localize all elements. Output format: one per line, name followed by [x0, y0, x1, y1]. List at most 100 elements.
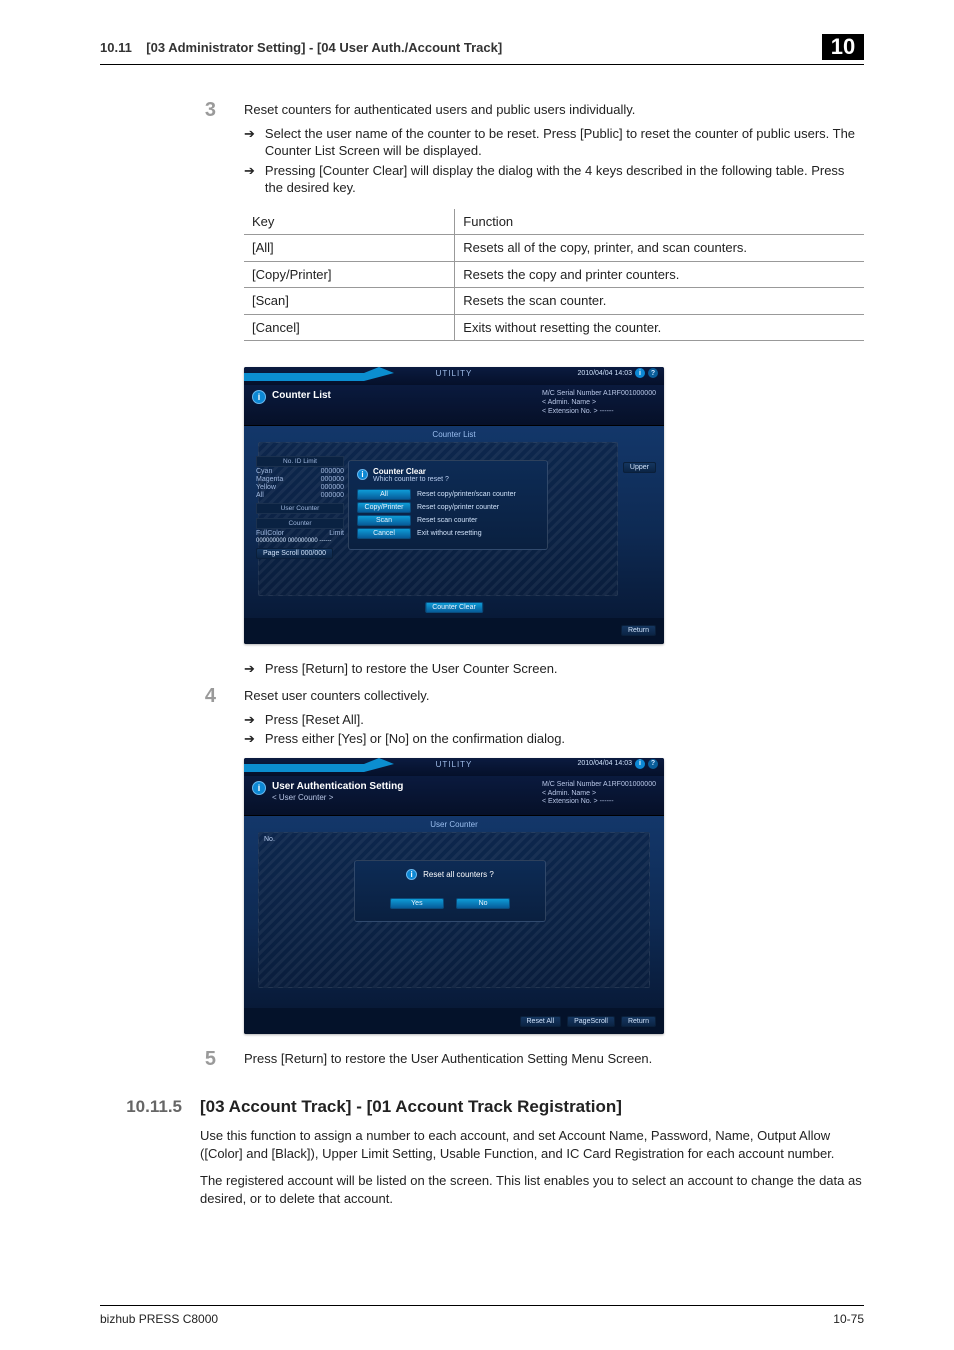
scan-button[interactable]: Scan [357, 515, 411, 526]
return-button[interactable]: Return [621, 625, 656, 636]
table-row: [All]Resets all of the copy, printer, an… [244, 235, 864, 262]
color-name: All [256, 492, 264, 499]
limit-label: Limit [329, 530, 344, 537]
step-number: 3 [200, 99, 216, 359]
color-name: Magenta [256, 476, 283, 483]
info-icon: i [252, 390, 266, 404]
machine-id-block: M/C Serial Number A1RF001000000 < Admin.… [542, 390, 656, 416]
paragraph: Use this function to assign a number to … [200, 1127, 864, 1162]
screen-subtitle: < User Counter > [272, 793, 403, 802]
user-counter-cap: User Counter [256, 503, 344, 514]
info-status-icon[interactable]: i [635, 759, 645, 769]
step-bullet: Pressing [Counter Clear] will display th… [265, 162, 864, 197]
step-bullet: Press [Reset All]. [265, 711, 864, 729]
key-function-table: Key Function [All]Resets all of the copy… [244, 209, 864, 342]
arrow-icon: ➔ [244, 162, 255, 197]
table-header-key: Key [244, 209, 455, 235]
serial-value: A1RF001000000 [602, 781, 657, 788]
progress-ribbon-icon [244, 758, 394, 776]
table-cell: [Cancel] [244, 314, 455, 341]
table-cell: [Scan] [244, 288, 455, 315]
fullcolor-label: FullColor [256, 530, 284, 537]
color-count: 000000 [321, 468, 344, 475]
serial-value: A1RF001000000 [602, 390, 657, 397]
ext-no: < Extension No. > ------ [542, 798, 656, 807]
step-text: Reset user counters collectively. [244, 687, 864, 705]
paragraph: The registered account will be listed on… [200, 1172, 864, 1207]
running-head-title: 10.11 [03 Administrator Setting] - [04 U… [100, 40, 502, 55]
counter-summary-block: No. ID Limit Cyan 000000 Magenta 000000 Ye… [256, 452, 344, 559]
screen-datetime: 2010/04/04 14:03 [578, 370, 633, 377]
no-button[interactable]: No [456, 898, 510, 909]
info-status-icon[interactable]: i [635, 368, 645, 378]
yes-button[interactable]: Yes [390, 898, 444, 909]
screen-title: Counter List [272, 390, 331, 401]
help-status-icon[interactable]: ? [648, 759, 658, 769]
option-label: Exit without resetting [417, 530, 482, 537]
dialog-question: Reset all counters ? [423, 870, 494, 879]
admin-name: < Admin. Name > [542, 399, 656, 408]
screen-title: User Authentication Setting [272, 781, 403, 792]
all-button[interactable]: All [357, 489, 411, 500]
info-icon: i [357, 469, 368, 480]
return-button[interactable]: Return [621, 1016, 656, 1027]
page-scroll-indicator: Page Scroll 000/000 [256, 548, 333, 559]
no-column-label: No. [264, 836, 275, 843]
table-row: [Cancel]Exits without resetting the coun… [244, 314, 864, 341]
step-bullet: Press either [Yes] or [No] on the confir… [265, 730, 864, 748]
screen-datetime: 2010/04/04 14:03 [578, 760, 633, 767]
counter-clear-dialog: i Counter Clear Which counter to reset ?… [348, 460, 548, 550]
table-row: [Copy/Printer]Resets the copy and printe… [244, 261, 864, 288]
step-text: Reset counters for authenticated users a… [244, 101, 864, 119]
admin-name: < Admin. Name > [542, 790, 656, 799]
color-name: Yellow [256, 484, 276, 491]
color-count: 000000 [321, 492, 344, 499]
arrow-icon: ➔ [244, 660, 255, 678]
cancel-button[interactable]: Cancel [357, 528, 411, 539]
table-cell: Resets all of the copy, printer, and sca… [455, 235, 864, 262]
machine-id-block: M/C Serial Number A1RF001000000 < Admin.… [542, 781, 656, 807]
table-cell: Resets the copy and printer counters. [455, 261, 864, 288]
info-icon: i [252, 781, 266, 795]
running-head-text: [03 Administrator Setting] - [04 User Au… [146, 40, 502, 55]
color-name: Cyan [256, 468, 272, 475]
running-head-num: 10.11 [100, 40, 132, 55]
table-cell: Resets the scan counter. [455, 288, 864, 315]
embedded-screenshot-counter-clear: UTILITY 2010/04/04 14:03 i ? i Counter L… [244, 367, 664, 643]
help-status-icon[interactable]: ? [648, 368, 658, 378]
step-bullet: Select the user name of the counter to b… [265, 125, 864, 160]
progress-ribbon-icon [244, 367, 394, 385]
reset-all-button[interactable]: Reset All [520, 1016, 562, 1027]
panel-title: User Counter [430, 820, 478, 829]
step-number: 5 [200, 1048, 216, 1071]
table-cell: Exits without resetting the counter. [455, 314, 864, 341]
dialog-subtitle: Which counter to reset ? [373, 476, 449, 483]
footer-product: bizhub PRESS C8000 [100, 1312, 218, 1326]
upper-button[interactable]: Upper [623, 462, 656, 473]
option-label: Reset scan counter [417, 517, 477, 524]
serial-label: M/C Serial Number [542, 781, 602, 788]
panel-title: Counter List [432, 430, 475, 439]
totals-line: 000000000 000000000 ------ [256, 538, 344, 544]
screen-mode-title: UTILITY [436, 369, 473, 378]
footer-page: 10-75 [833, 1312, 864, 1326]
copy-printer-button[interactable]: Copy/Printer [357, 502, 411, 513]
step-text: Press [Return] to restore the User Authe… [244, 1050, 864, 1071]
step-spacer [200, 658, 216, 680]
color-count: 000000 [321, 476, 344, 483]
arrow-icon: ➔ [244, 730, 255, 748]
option-label: Reset copy/printer/scan counter [417, 491, 516, 498]
ext-no: < Extension No. > ------ [542, 408, 656, 417]
page-scroll-button[interactable]: PageScroll [567, 1016, 615, 1027]
counter-clear-button[interactable]: Counter Clear [425, 602, 483, 613]
option-label: Reset copy/printer counter [417, 504, 499, 511]
list-header: No. ID Limit [256, 456, 344, 467]
section-title: [03 Account Track] - [01 Account Track R… [200, 1097, 622, 1117]
step-bullet: Press [Return] to restore the User Count… [265, 660, 864, 678]
section-number: 10.11.5 [96, 1097, 182, 1117]
counter-label: Counter [256, 518, 344, 529]
dialog-title: Counter Clear [373, 467, 449, 476]
reset-all-dialog: i Reset all counters ? Yes No [354, 860, 546, 922]
color-count: 000000 [321, 484, 344, 491]
info-icon: i [406, 869, 417, 880]
